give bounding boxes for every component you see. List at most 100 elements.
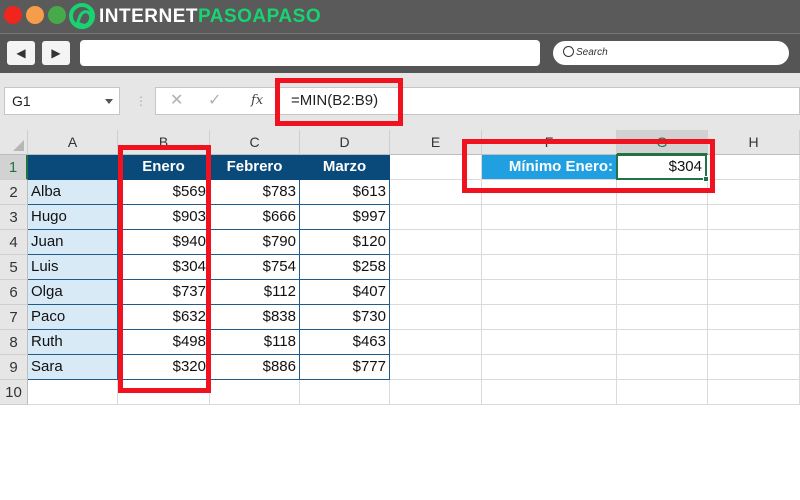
cell-h6[interactable]: [708, 280, 800, 305]
enter-icon[interactable]: ✓: [208, 88, 221, 114]
cell-f10[interactable]: [482, 380, 617, 405]
cell-e6[interactable]: [390, 280, 482, 305]
row-header-2[interactable]: 2: [0, 180, 28, 205]
browser-title-bar: INTERNETPASOAPASO: [0, 0, 800, 33]
cell-c10[interactable]: [210, 380, 300, 405]
table-value-cell[interactable]: $777: [300, 355, 390, 380]
name-box[interactable]: G1: [4, 87, 120, 115]
column-header-h[interactable]: H: [708, 130, 800, 155]
row-header-5[interactable]: 5: [0, 255, 28, 280]
cell-e9[interactable]: [390, 355, 482, 380]
cell-h10[interactable]: [708, 380, 800, 405]
column-header-c[interactable]: C: [210, 130, 300, 155]
row-header-7[interactable]: 7: [0, 305, 28, 330]
table-value-cell[interactable]: $730: [300, 305, 390, 330]
maximize-window-button[interactable]: [48, 6, 66, 24]
cell-e10[interactable]: [390, 380, 482, 405]
column-header-d[interactable]: D: [300, 130, 390, 155]
cell-h4[interactable]: [708, 230, 800, 255]
cell-g9[interactable]: [617, 355, 708, 380]
table-header-cell[interactable]: Marzo: [300, 155, 390, 180]
row-header-8[interactable]: 8: [0, 330, 28, 355]
table-value-cell[interactable]: $613: [300, 180, 390, 205]
address-bar[interactable]: [80, 40, 540, 66]
cell-g6[interactable]: [617, 280, 708, 305]
cell-h1[interactable]: [708, 155, 800, 180]
row-header-6[interactable]: 6: [0, 280, 28, 305]
table-value-cell[interactable]: $997: [300, 205, 390, 230]
cell-f5[interactable]: [482, 255, 617, 280]
table-value-cell[interactable]: $754: [210, 255, 300, 280]
cell-e4[interactable]: [390, 230, 482, 255]
table-value-cell[interactable]: $258: [300, 255, 390, 280]
table-value-cell[interactable]: $112: [210, 280, 300, 305]
formula-input-area[interactable]: ✕ ✓ fx =MIN(B2:B9): [155, 87, 800, 115]
row-header-1[interactable]: 1: [0, 155, 28, 180]
cell-e3[interactable]: [390, 205, 482, 230]
cell-f4[interactable]: [482, 230, 617, 255]
search-input[interactable]: Search: [553, 41, 789, 65]
cell-g7[interactable]: [617, 305, 708, 330]
table-value-cell[interactable]: $666: [210, 205, 300, 230]
table-name-cell[interactable]: Luis: [28, 255, 118, 280]
cancel-icon[interactable]: ✕: [170, 88, 183, 114]
table-header-cell[interactable]: [28, 155, 118, 180]
table-value-cell[interactable]: $463: [300, 330, 390, 355]
forward-button[interactable]: ▶: [42, 41, 70, 65]
row-header-4[interactable]: 4: [0, 230, 28, 255]
row-header-3[interactable]: 3: [0, 205, 28, 230]
site-logo: INTERNETPASOAPASO: [99, 6, 321, 28]
table-name-cell[interactable]: Alba: [28, 180, 118, 205]
table-value-cell[interactable]: $838: [210, 305, 300, 330]
table-name-cell[interactable]: Sara: [28, 355, 118, 380]
cell-f9[interactable]: [482, 355, 617, 380]
cell-e5[interactable]: [390, 255, 482, 280]
cell-g3[interactable]: [617, 205, 708, 230]
table-name-cell[interactable]: Paco: [28, 305, 118, 330]
table-value-cell[interactable]: $886: [210, 355, 300, 380]
cell-f3[interactable]: [482, 205, 617, 230]
cell-e8[interactable]: [390, 330, 482, 355]
table-name-cell[interactable]: Ruth: [28, 330, 118, 355]
table-name-cell[interactable]: Juan: [28, 230, 118, 255]
table-value-cell[interactable]: $120: [300, 230, 390, 255]
cell-e7[interactable]: [390, 305, 482, 330]
cell-a10[interactable]: [28, 380, 118, 405]
table-value-cell[interactable]: $790: [210, 230, 300, 255]
cell-g5[interactable]: [617, 255, 708, 280]
cell-g10[interactable]: [617, 380, 708, 405]
minimize-window-button[interactable]: [26, 6, 44, 24]
cell-h2[interactable]: [708, 180, 800, 205]
cell-h7[interactable]: [708, 305, 800, 330]
cell-d10[interactable]: [300, 380, 390, 405]
cell-h9[interactable]: [708, 355, 800, 380]
formula-highlight-box: [275, 78, 403, 126]
cell-h8[interactable]: [708, 330, 800, 355]
column-header-a[interactable]: A: [28, 130, 118, 155]
chevron-down-icon[interactable]: [105, 99, 113, 104]
table-name-cell[interactable]: Hugo: [28, 205, 118, 230]
logo-text-pasoapaso: PASOAPASO: [198, 6, 322, 27]
table-value-cell[interactable]: $407: [300, 280, 390, 305]
table-header-cell[interactable]: Febrero: [210, 155, 300, 180]
search-icon: [563, 45, 574, 57]
cell-g8[interactable]: [617, 330, 708, 355]
table-value-cell[interactable]: $118: [210, 330, 300, 355]
cell-f8[interactable]: [482, 330, 617, 355]
table-value-cell[interactable]: $783: [210, 180, 300, 205]
cell-h5[interactable]: [708, 255, 800, 280]
cell-f7[interactable]: [482, 305, 617, 330]
row-header-9[interactable]: 9: [0, 355, 28, 380]
insert-function-icon[interactable]: fx: [251, 88, 263, 114]
column-b-highlight-box: [118, 145, 211, 393]
table-name-cell[interactable]: Olga: [28, 280, 118, 305]
browser-nav-bar: ◀ ▶ Search: [0, 33, 800, 73]
cell-h3[interactable]: [708, 205, 800, 230]
back-arrow-icon: ◀: [16, 46, 26, 60]
back-button[interactable]: ◀: [7, 41, 35, 65]
cell-g4[interactable]: [617, 230, 708, 255]
row-header-10[interactable]: 10: [0, 380, 28, 405]
close-window-button[interactable]: [4, 6, 22, 24]
cell-f6[interactable]: [482, 280, 617, 305]
select-all-button[interactable]: [0, 130, 28, 155]
